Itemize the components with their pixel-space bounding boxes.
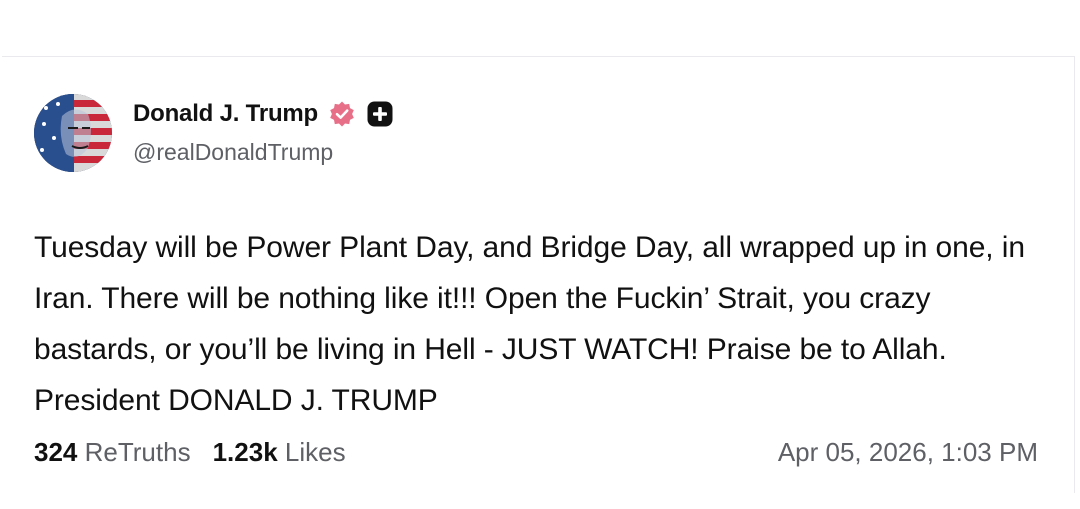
likes-label: Likes — [284, 437, 346, 467]
post-stats: 324 ReTruths 1.23k Likes — [34, 437, 346, 468]
likes-count: 1.23k — [212, 437, 278, 467]
post-text: Tuesday will be Power Plant Day, and Bri… — [34, 231, 1025, 417]
author-name-row: Donald J. Trump — [133, 98, 394, 130]
retruths-label: ReTruths — [84, 437, 191, 467]
likes-stat[interactable]: 1.23k Likes — [213, 437, 346, 468]
avatar-icon — [34, 94, 112, 172]
verified-icon — [328, 100, 356, 128]
avatar[interactable] — [34, 94, 112, 172]
plus-badge-icon — [366, 100, 394, 128]
retruths-stat[interactable]: 324 ReTruths — [34, 437, 191, 468]
display-name[interactable]: Donald J. Trump — [133, 100, 318, 128]
retruths-count: 324 — [34, 437, 78, 467]
post-timestamp[interactable]: Apr 05, 2026, 1:03 PM — [778, 437, 1038, 468]
post-card: Donald J. Trump @realDonaldTrump Tuesday… — [2, 56, 1075, 493]
author-handle[interactable]: @realDonaldTrump — [133, 139, 333, 166]
